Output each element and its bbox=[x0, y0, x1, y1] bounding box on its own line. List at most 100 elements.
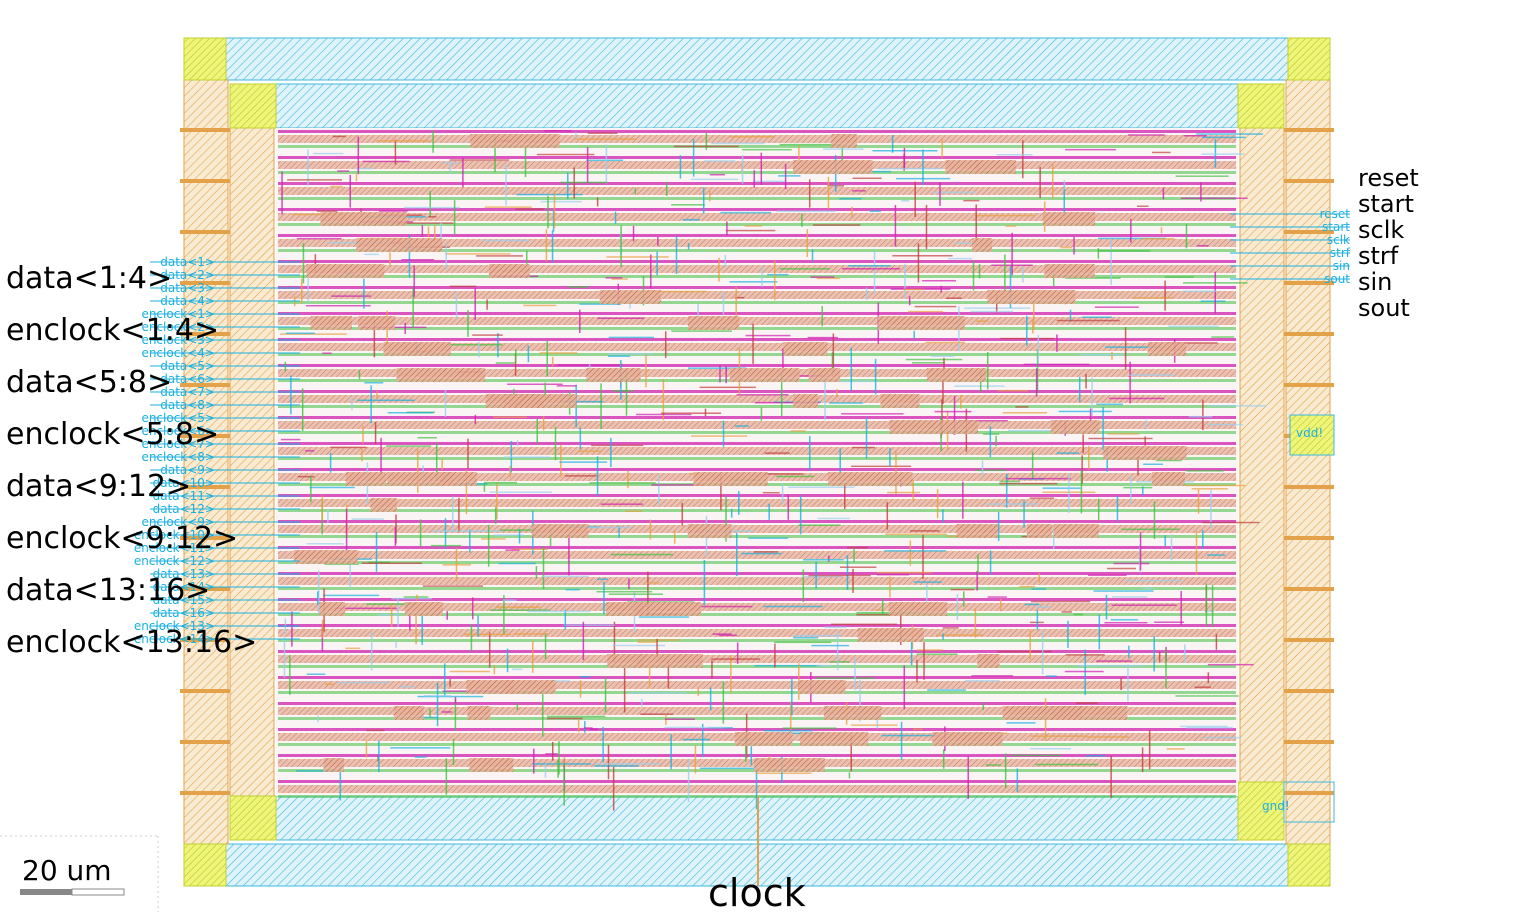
pin-label-sclk: sclk bbox=[1358, 216, 1404, 244]
metal-route bbox=[578, 450, 602, 453]
via-route bbox=[916, 659, 918, 683]
via-route bbox=[560, 444, 562, 478]
via-route bbox=[541, 691, 544, 737]
via-route bbox=[443, 663, 446, 697]
via-route bbox=[444, 389, 447, 418]
via-route bbox=[865, 418, 868, 459]
metal-route bbox=[1207, 554, 1226, 556]
metal-route bbox=[829, 661, 850, 663]
metal-route bbox=[1188, 415, 1213, 418]
std-cell bbox=[599, 290, 662, 304]
power-rail bbox=[278, 156, 1236, 159]
metal-route bbox=[999, 482, 1058, 485]
metal-route bbox=[822, 148, 864, 150]
via-route bbox=[467, 438, 469, 469]
metal-route bbox=[793, 634, 841, 637]
std-cell bbox=[358, 316, 396, 330]
via-route bbox=[1130, 218, 1132, 243]
metal-route bbox=[884, 550, 947, 552]
via-route bbox=[852, 568, 854, 593]
scale-bar-light-segment bbox=[71, 888, 125, 896]
via-route bbox=[1011, 232, 1013, 276]
via-route bbox=[798, 145, 800, 161]
via-route bbox=[378, 740, 380, 773]
metal-route bbox=[637, 641, 658, 643]
metal-route bbox=[586, 159, 624, 162]
via-route bbox=[1041, 630, 1044, 675]
metal-route bbox=[839, 566, 877, 568]
via-route bbox=[839, 448, 841, 476]
via-route bbox=[914, 181, 916, 217]
pin-label-strf: strf bbox=[1358, 242, 1399, 270]
metal-route bbox=[913, 581, 942, 583]
via-route bbox=[977, 554, 979, 575]
std-cell bbox=[932, 732, 1003, 746]
metal-route bbox=[505, 549, 520, 551]
metal-route bbox=[932, 191, 975, 194]
metal-route bbox=[596, 590, 653, 593]
power-rail bbox=[278, 520, 1236, 523]
metal-route bbox=[887, 491, 920, 494]
pin-label-sout: sout bbox=[1358, 294, 1410, 322]
via-route bbox=[600, 383, 602, 430]
via-route bbox=[445, 244, 448, 270]
via-route bbox=[1022, 140, 1024, 179]
metal-route bbox=[646, 582, 660, 584]
via-route bbox=[974, 608, 977, 638]
via-route bbox=[658, 474, 660, 505]
std-cell bbox=[877, 316, 965, 330]
via-route bbox=[1073, 236, 1075, 255]
metal-route bbox=[778, 175, 801, 177]
metal-route bbox=[1141, 238, 1175, 240]
via-route bbox=[1052, 163, 1054, 199]
core-area bbox=[276, 128, 1238, 796]
metal-route bbox=[403, 596, 429, 598]
via-route bbox=[416, 594, 418, 601]
metal-route bbox=[523, 304, 557, 307]
std-cell bbox=[607, 654, 644, 668]
metal-route bbox=[431, 544, 462, 547]
metal-route bbox=[449, 285, 477, 288]
via-route bbox=[679, 155, 682, 179]
metal-route bbox=[1185, 484, 1246, 487]
via-route bbox=[1180, 591, 1182, 626]
via-route bbox=[596, 197, 599, 207]
via-route bbox=[730, 655, 732, 693]
via-route bbox=[290, 375, 292, 415]
metal-route bbox=[594, 763, 662, 765]
via-route bbox=[997, 512, 1000, 542]
metal-route bbox=[661, 412, 722, 414]
via-route bbox=[449, 163, 451, 174]
power-rail bbox=[278, 468, 1236, 471]
metal-route bbox=[946, 297, 962, 299]
via-route bbox=[972, 260, 975, 291]
via-route bbox=[586, 147, 589, 183]
via-route bbox=[421, 225, 424, 237]
metal-route bbox=[1030, 735, 1087, 737]
metal-route bbox=[1005, 225, 1017, 227]
via-route bbox=[981, 460, 984, 477]
via-route bbox=[886, 502, 889, 530]
via-route bbox=[471, 597, 474, 620]
metal-route bbox=[1060, 246, 1073, 249]
metal-route bbox=[428, 216, 437, 218]
metal-route bbox=[1132, 297, 1173, 299]
via-route bbox=[806, 229, 809, 257]
right-stub bbox=[1284, 383, 1334, 387]
std-cell bbox=[503, 680, 556, 694]
metal-route bbox=[1202, 136, 1246, 139]
std-cell bbox=[926, 368, 987, 382]
metal-route bbox=[1207, 663, 1254, 666]
pin-label-data-13-16: data<13:16> bbox=[6, 573, 210, 608]
metal-route bbox=[484, 206, 532, 208]
metal-route bbox=[824, 626, 847, 629]
metal-route bbox=[815, 677, 876, 679]
via-route bbox=[702, 187, 705, 214]
via-route bbox=[1200, 182, 1202, 202]
metal-route bbox=[580, 676, 591, 678]
metal-route bbox=[323, 594, 380, 597]
scale-bar-label: 20 um bbox=[22, 854, 112, 887]
via-route bbox=[575, 132, 577, 139]
metal-route bbox=[1065, 654, 1105, 656]
metal-route bbox=[851, 465, 912, 468]
